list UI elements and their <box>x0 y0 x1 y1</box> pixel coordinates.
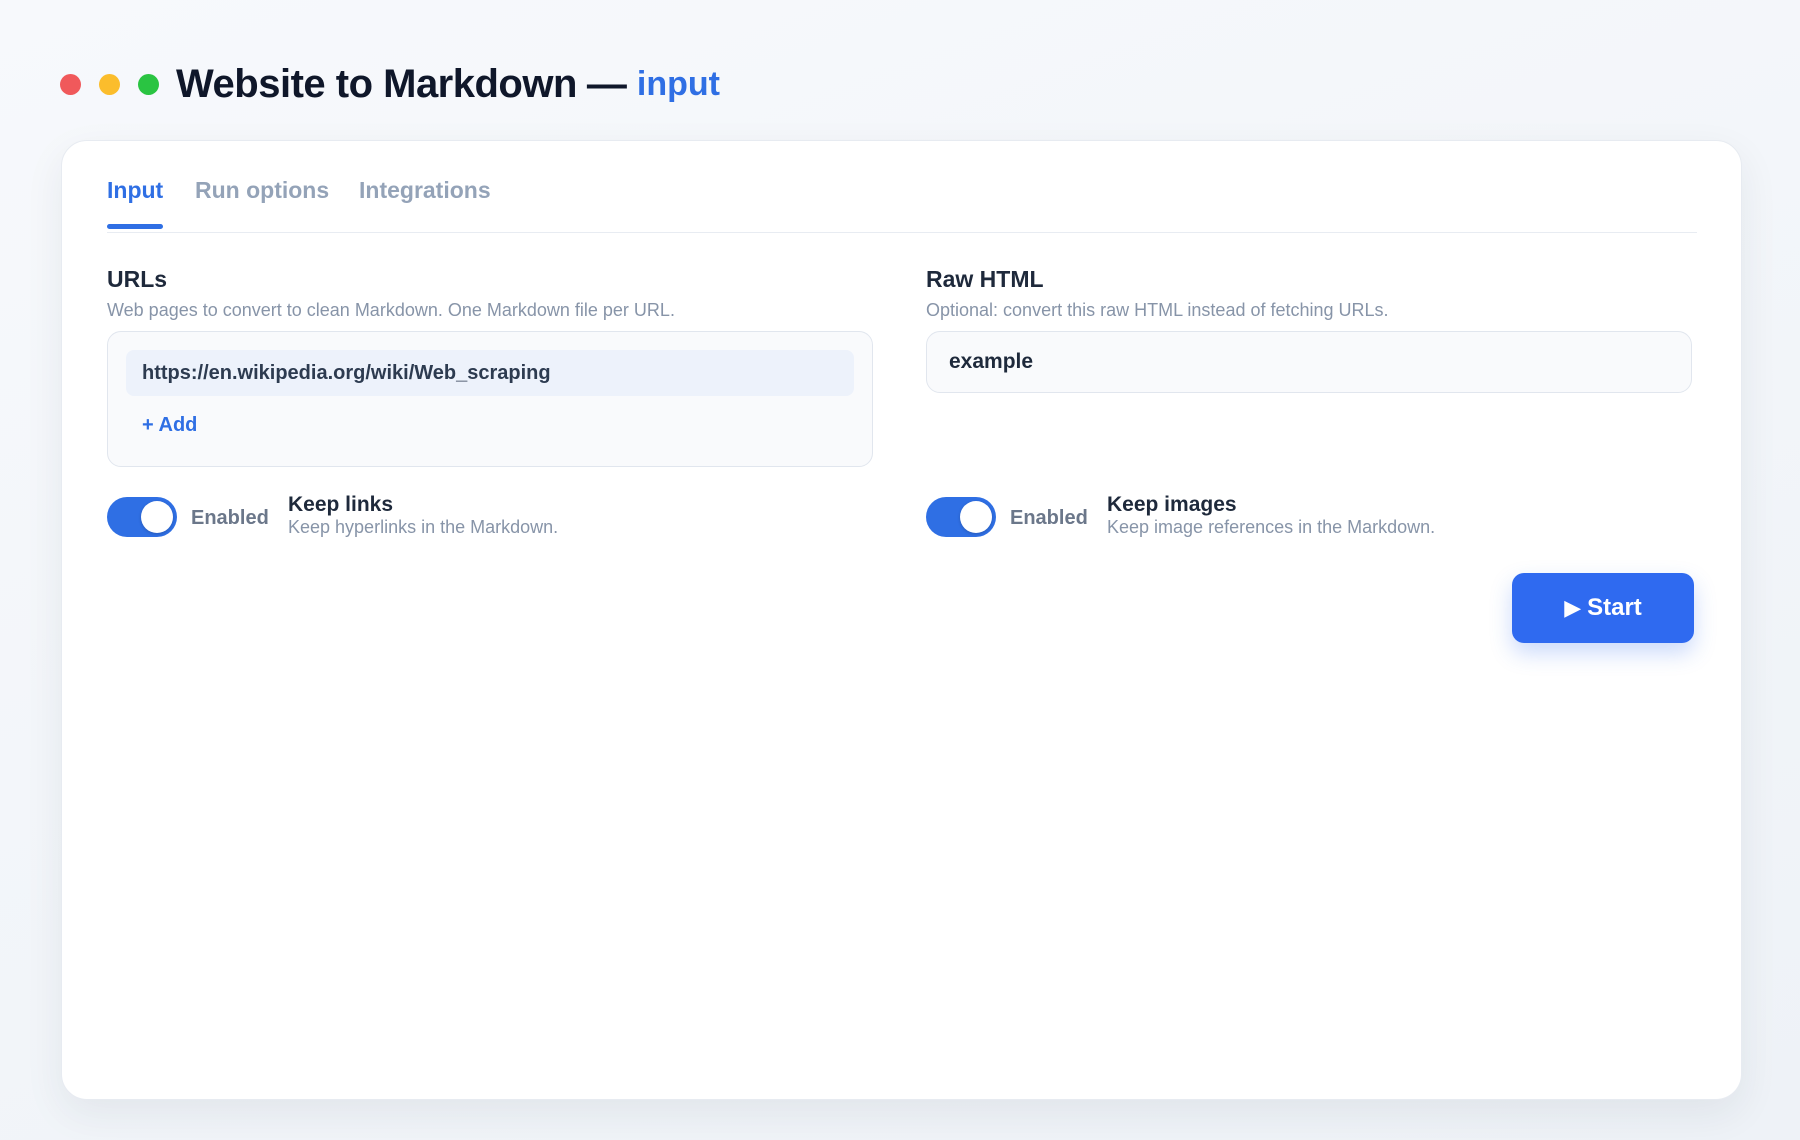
keep-images-state: Enabled <box>1010 507 1088 529</box>
close-window-button[interactable] <box>60 73 81 95</box>
app-subtitle: input <box>636 64 720 103</box>
keep-links-state: Enabled <box>191 507 269 529</box>
keep-links-description: Keep hyperlinks in the Markdown. <box>288 517 559 537</box>
urls-label: URLs <box>107 266 168 292</box>
tabs-divider <box>107 232 1697 233</box>
main-card: Input Run options Integrations URLs Web … <box>61 140 1742 1100</box>
window-titlebar: Website to Markdown — input <box>60 60 720 108</box>
keep-images-title: Keep images <box>1107 493 1237 516</box>
keep-links-toggle[interactable] <box>107 497 177 537</box>
tab-run-options[interactable]: Run options <box>195 177 329 204</box>
tab-input[interactable]: Input <box>107 177 163 204</box>
title-separator: — <box>586 61 627 106</box>
raw-html-label: Raw HTML <box>926 266 1044 292</box>
start-button-label: Start <box>1587 594 1642 621</box>
app-title: Website to Markdown <box>176 61 577 106</box>
raw-html-input[interactable]: example <box>926 331 1692 393</box>
maximize-window-button[interactable] <box>138 73 159 95</box>
keep-links-title: Keep links <box>288 493 394 516</box>
keep-images-toggle[interactable] <box>926 497 996 537</box>
keep-images-description: Keep image references in the Markdown. <box>1107 517 1436 537</box>
add-url-button[interactable]: + Add <box>142 414 197 437</box>
urls-list: https://en.wikipedia.org/wiki/Web_scrapi… <box>107 331 873 467</box>
play-icon: ▶ <box>1564 595 1582 620</box>
urls-help: Web pages to convert to clean Markdown. … <box>107 300 675 320</box>
url-item[interactable]: https://en.wikipedia.org/wiki/Web_scrapi… <box>126 350 854 396</box>
minimize-window-button[interactable] <box>99 73 120 95</box>
raw-html-help: Optional: convert this raw HTML instead … <box>926 300 1389 320</box>
start-button[interactable]: ▶ Start <box>1512 573 1694 643</box>
toggle-knob <box>960 501 992 533</box>
toggle-knob <box>141 501 173 533</box>
tab-integrations[interactable]: Integrations <box>359 177 491 204</box>
active-tab-indicator <box>107 224 163 229</box>
